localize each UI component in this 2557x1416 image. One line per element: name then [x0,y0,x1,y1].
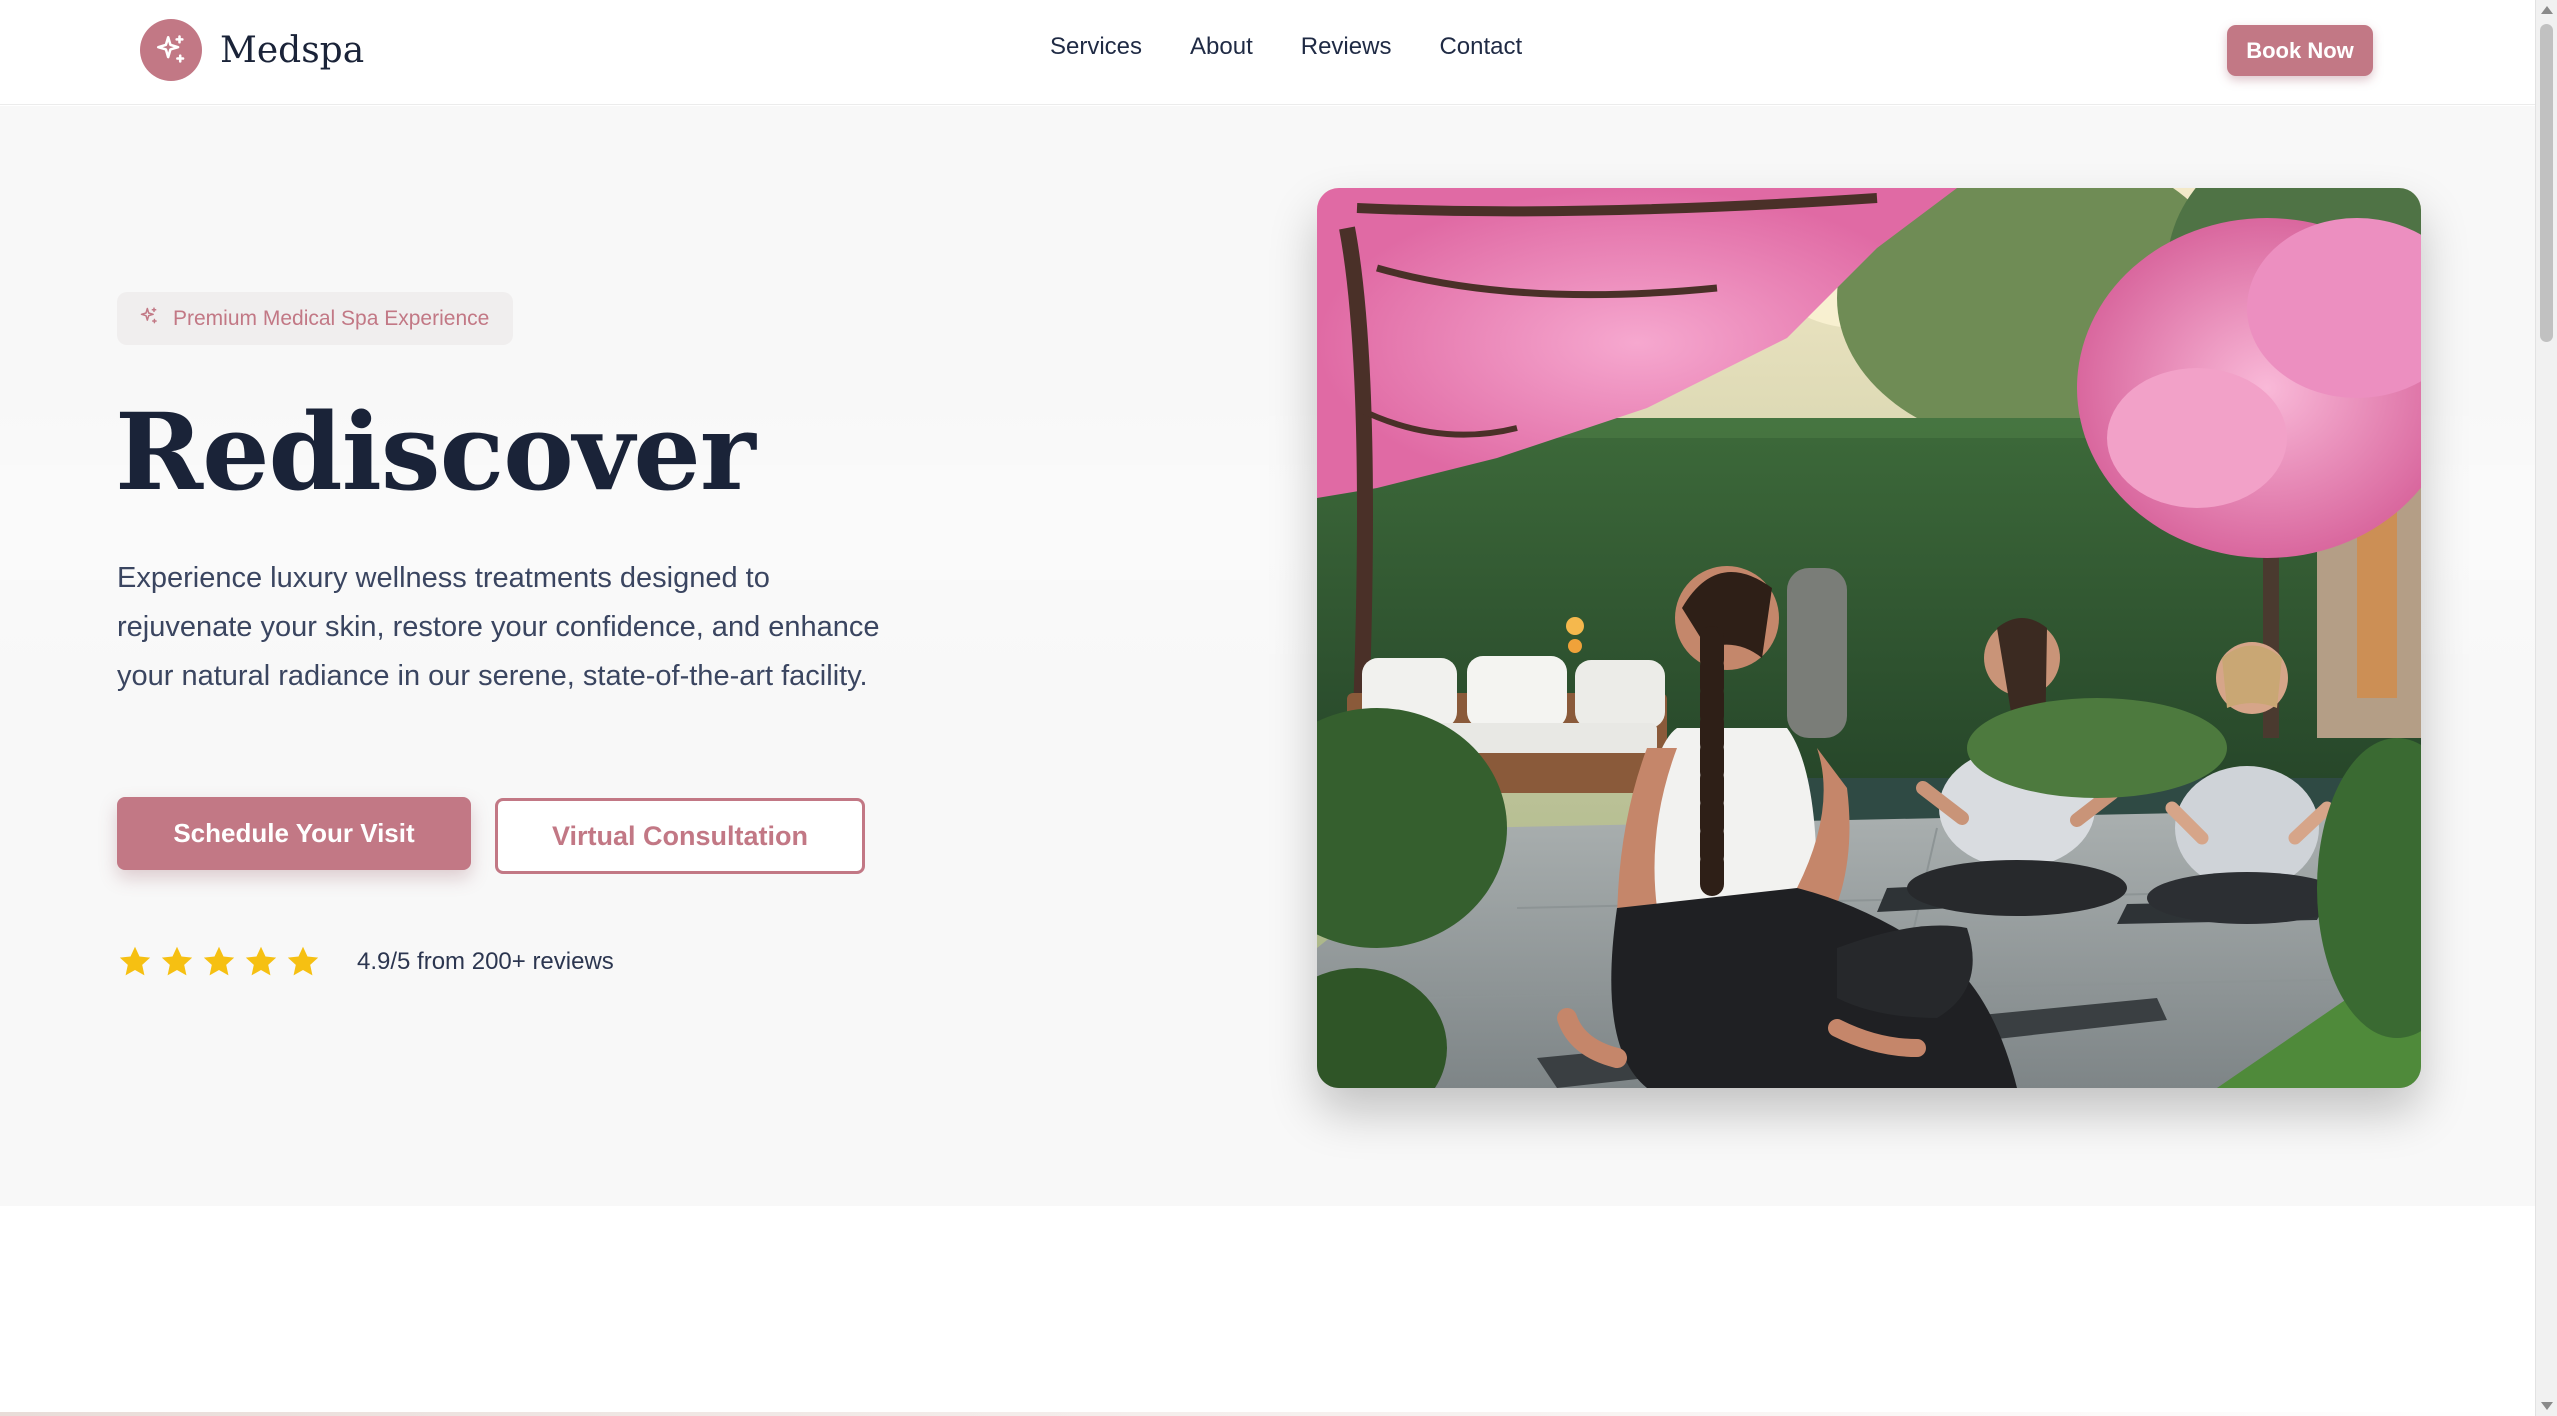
nav-link-services[interactable]: Services [1050,33,1142,61]
rating-stars [117,944,321,980]
nav-link-contact[interactable]: Contact [1439,33,1522,61]
star-icon [245,946,277,976]
star-icon [119,946,151,976]
star-icon [287,946,319,976]
sparkle-icon [139,306,159,331]
brand-name: Medspa [220,29,365,71]
scrollbar-thumb[interactable] [2540,24,2553,342]
scroll-down-arrow-icon[interactable] [2541,1402,2553,1410]
spa-garden-yoga-image [1317,188,2421,1088]
nav-link-about[interactable]: About [1190,33,1253,61]
rating-summary: 4.9/5 from 200+ reviews [117,944,614,980]
site-header: Medspa Services About Reviews Contact Bo… [0,0,2535,105]
next-section-edge [0,1412,2535,1416]
sparkle-icon [140,19,202,81]
hero-badge: Premium Medical Spa Experience [117,292,514,345]
hero-description: Experience luxury wellness treatments de… [117,562,880,692]
page-scrollbar[interactable] [2535,0,2557,1416]
star-icon [203,946,235,976]
hero-title: Rediscover [115,389,756,514]
schedule-visit-button[interactable]: Schedule Your Visit [117,797,471,870]
page: Medspa Services About Reviews Contact Bo… [0,0,2557,1416]
hero-image [1317,188,2421,1088]
hero-badge-text: Premium Medical Spa Experience [173,306,490,330]
main-nav: Services About Reviews Contact [1050,33,1522,61]
virtual-consultation-button[interactable]: Virtual Consultation [495,798,865,874]
nav-link-reviews[interactable]: Reviews [1301,33,1392,61]
logo[interactable]: Medspa [140,19,364,81]
hero-section: Premium Medical Spa Experience Rediscove… [0,106,2535,1206]
star-icon [161,946,193,976]
book-now-button[interactable]: Book Now [2227,25,2373,76]
rating-text: 4.9/5 from 200+ reviews [357,948,614,975]
scroll-up-arrow-icon[interactable] [2541,6,2553,14]
